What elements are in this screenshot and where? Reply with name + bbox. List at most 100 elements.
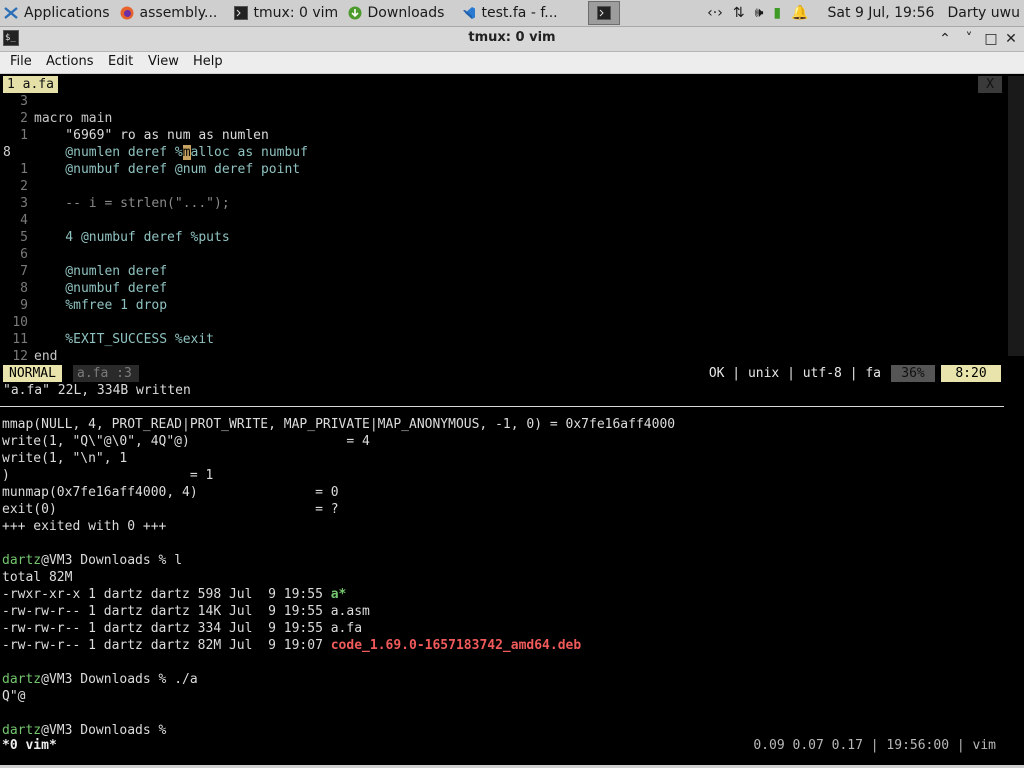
prompt-host: @VM3 Downloads % [41,723,175,738]
vim-statusline: NORMAL a.fa :3 OK | unix | utf-8 | fa 36… [3,365,1001,382]
code-line: 3 -- i = strlen("..."); [0,195,1000,212]
line-number: 6 [20,247,28,262]
line-number: 3 [20,196,28,211]
ls-filename: a.fa [330,621,363,636]
line-number: 7 [20,264,28,279]
vim-file-info: OK | unix | utf-8 | fa [708,366,881,381]
code-line: 9 %mfree 1 drop [0,297,1000,314]
task-firefox[interactable]: assembly... [116,1,230,25]
menu-actions[interactable]: Actions [46,54,94,69]
code-text: @numlen deref %malloc as numbuf [34,145,308,160]
code-line: 8 @numbuf deref [0,280,1000,297]
task-terminal-active[interactable] [587,1,620,25]
ls-meta: -rw-rw-r-- 1 dartz dartz 14K Jul 9 19:55 [2,604,331,619]
tmux-window-name[interactable]: *0 vim* [2,737,57,754]
line-number: 8 [3,145,11,160]
line-number: 1 [20,162,28,177]
ls-meta: -rwxr-xr-x 1 dartz dartz 598 Jul 9 19:55 [2,587,331,602]
close-icon[interactable]: ✕ [1002,30,1020,48]
ls-row: -rwxr-xr-x 1 dartz dartz 598 Jul 9 19:55… [2,586,346,603]
line-number: 1 [20,128,28,143]
line-number: 11 [12,332,28,347]
applications-menu[interactable]: Applications [0,1,116,25]
shell-line: mmap(NULL, 4, PROT_READ|PROT_WRITE, MAP_… [2,417,676,432]
line-number: 12 [12,349,28,364]
code-line: 1 "6969" ro as num as numlen [0,127,1000,144]
task-vscode-label: test.fa - f... [481,5,558,21]
task-downloads-label: Downloads [367,5,445,21]
clock[interactable]: Sat 9 Jul, 19:56 [814,0,943,26]
battery-icon[interactable]: ▮ [768,0,786,26]
task-vscode[interactable]: test.fa - f... [458,1,580,25]
pane-divider[interactable] [0,406,1004,407]
ls-meta: -rw-rw-r-- 1 dartz dartz 334 Jul 9 19:55 [2,621,331,636]
shell-line: +++ exited with 0 +++ [2,519,167,534]
terminal-area[interactable]: 1 a.fa X 3 2 macro main 1 "6969" ro as nu… [0,75,1024,768]
vim-mode: NORMAL [3,365,62,382]
shell-line: munmap(0x7fe16aff4000, 4) = 0 [2,485,339,500]
menu-help[interactable]: Help [193,54,223,69]
terminal-icon [233,6,248,20]
user-name[interactable]: Darty uwu [942,0,1024,26]
prompt-user: dartz [2,553,42,568]
network-icon[interactable]: ‹·› [702,0,728,26]
ls-row: -rw-rw-r-- 1 dartz dartz 82M Jul 9 19:07… [2,637,581,654]
restore-icon[interactable]: ˅ [960,30,978,48]
vim-filename: a.fa :3 [73,365,139,382]
window-titlebar[interactable]: $_ tmux: 0 vim ⌃ ˅ □ ✕ [0,27,1024,52]
code-line-current: 8 @numlen deref %malloc as numbuf [0,144,1000,161]
ls-meta: -rw-rw-r-- 1 dartz dartz 82M Jul 9 19:07 [2,638,331,653]
maximize-icon[interactable]: □ [982,30,1000,48]
task-tmux[interactable]: tmux: 0 vim [230,1,344,25]
prompt-command: ./a [174,672,198,687]
shell-line: write(1, "\n", 1 [2,451,128,466]
code-line: 1 @numbuf deref @num deref point [0,161,1000,178]
vim-message: "a.fa" 22L, 334B written [3,383,191,398]
line-number: 2 [20,179,28,194]
minimize-icon[interactable]: ⌃ [936,30,954,48]
code-text: @numlen deref [34,264,168,279]
code-line: 5 4 @numbuf deref %puts [0,229,1000,246]
program-output: Q"@ [2,689,26,704]
ls-filename: code_1.69.0-1657183742_amd64.deb [330,638,582,653]
prompt-command: l [174,553,183,568]
prompt-host: @VM3 Downloads % [41,553,175,568]
updown-icon[interactable]: ⇅ [728,0,750,26]
code-text: %mfree 1 drop [34,298,168,313]
applications-label: Applications [24,5,110,21]
prompt-user: dartz [2,723,42,738]
volume-icon[interactable]: 🕪 [750,0,769,26]
firefox-icon [120,6,134,20]
line-number: 8 [20,281,28,296]
vim-cursor: m [182,145,191,160]
code-line: 10 [0,314,1000,331]
vscode-icon [462,7,475,19]
vim-tab-a-fa[interactable]: 1 a.fa [3,76,58,93]
code-text: %EXIT_SUCCESS %exit [34,332,215,347]
ls-row: -rw-rw-r-- 1 dartz dartz 14K Jul 9 19:55… [2,603,370,620]
code-line: 7 @numlen deref [0,263,1000,280]
menu-view[interactable]: View [148,54,179,69]
vim-cursor-position: 8:20 [941,365,1001,382]
task-downloads[interactable]: Downloads [344,1,458,25]
code-line: 6 [0,246,1000,263]
menu-file[interactable]: File [10,54,32,69]
prompt-host: @VM3 Downloads % [41,672,175,687]
code-text: end [34,349,58,364]
code-text: @numbuf deref [34,281,168,296]
menu-bar: File Actions Edit View Help [0,52,1024,74]
vim-tab-close[interactable]: X [978,76,1002,93]
menu-edit[interactable]: Edit [108,54,133,69]
task-firefox-label: assembly... [139,5,218,21]
line-number: 3 [20,94,28,109]
download-icon [348,6,362,20]
task-tmux-label: tmux: 0 vim [253,5,339,21]
code-text: "6969" ro as num as numlen [34,128,269,143]
vim-filename-text: a.fa [77,366,109,381]
terminal-icon [596,6,611,20]
bell-icon[interactable]: 🔔 [786,0,813,26]
code-text: @numbuf deref @num deref point [34,162,301,177]
scrollbar[interactable] [1008,76,1024,356]
vim-line-indicator: :3 [116,366,132,381]
ls-total: total 82M [2,570,73,585]
